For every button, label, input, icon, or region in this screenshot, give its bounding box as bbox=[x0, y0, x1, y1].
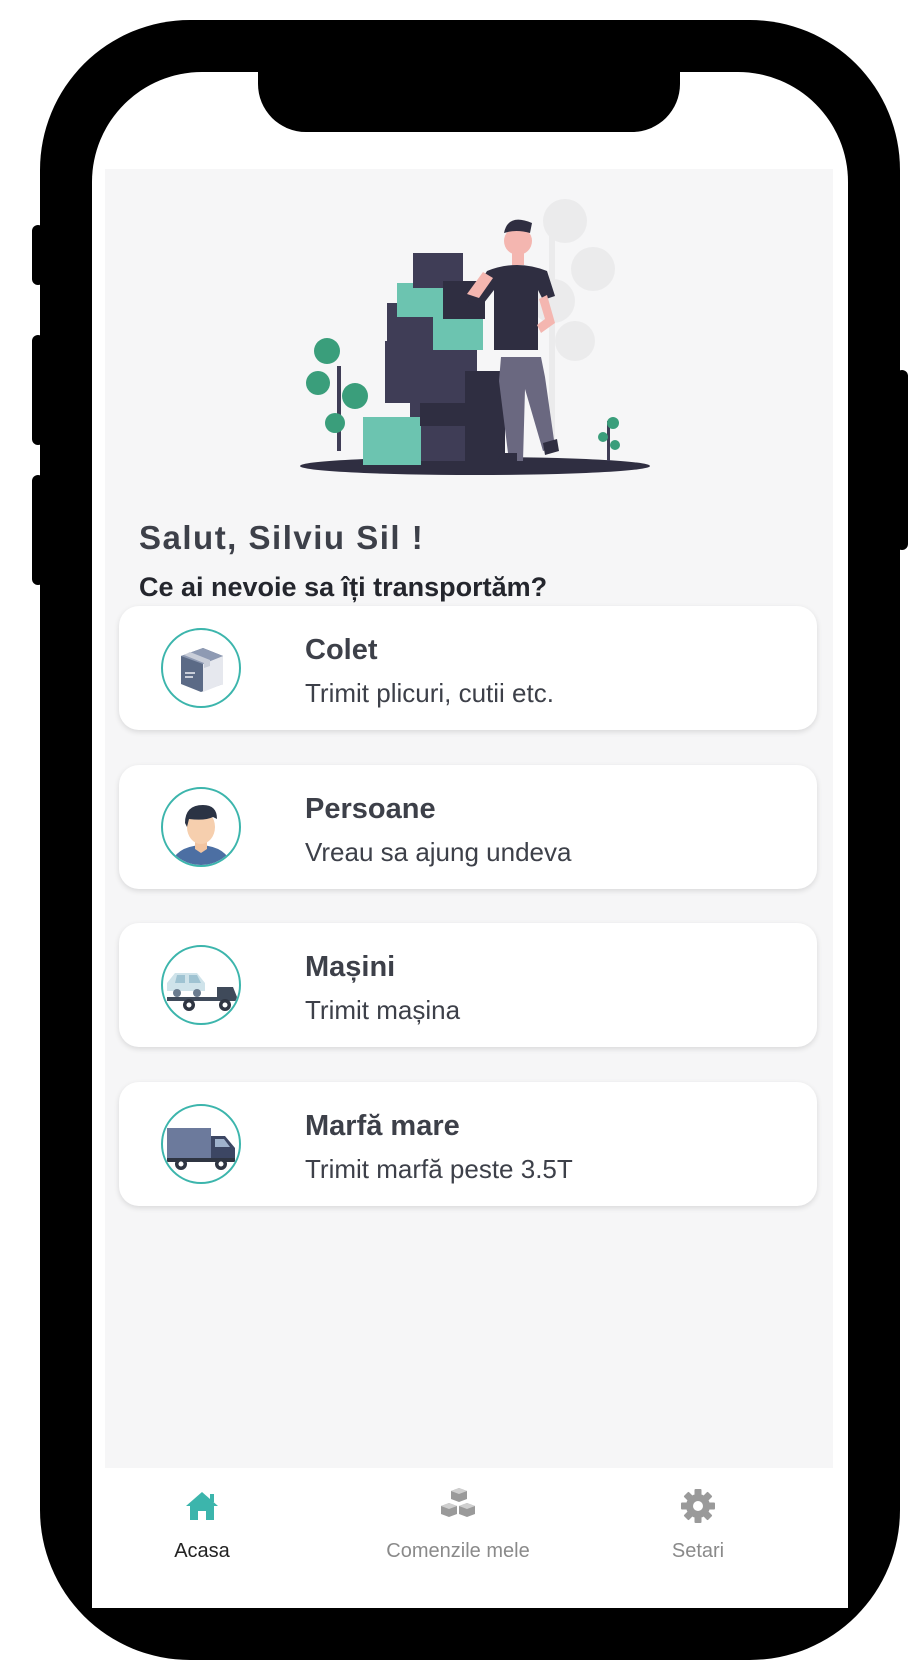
service-subtitle: Trimit mașina bbox=[305, 995, 461, 1025]
tab-label: Acasa bbox=[174, 1540, 230, 1562]
home-icon bbox=[186, 1492, 218, 1520]
service-title: Colet bbox=[305, 634, 378, 666]
parcel-box-icon bbox=[161, 628, 241, 708]
service-subtitle: Trimit marfă peste 3.5T bbox=[305, 1154, 573, 1184]
service-card-colet[interactable]: Colet Trimit plicuri, cutii etc. bbox=[119, 606, 817, 730]
phone-side-button bbox=[896, 370, 908, 550]
tab-label: Setari bbox=[671, 1540, 725, 1562]
service-card-masini[interactable]: Mașini Trimit mașina bbox=[119, 923, 817, 1047]
phone-notch bbox=[258, 72, 680, 132]
question-text: Ce ai nevoie sa îți transportăm? bbox=[139, 572, 548, 602]
gear-icon bbox=[681, 1489, 715, 1523]
car-tow-truck-icon bbox=[161, 945, 241, 1025]
service-subtitle: Vreau sa ajung undeva bbox=[305, 837, 572, 867]
home-screen: Salut, Silviu Sil ! Ce ai nevoie sa îți … bbox=[105, 169, 833, 1468]
boxes-icon bbox=[441, 1488, 475, 1517]
service-card-marfa-mare[interactable]: Marfă mare Trimit marfă peste 3.5T bbox=[119, 1082, 817, 1206]
tab-setari[interactable]: Setari bbox=[588, 1468, 808, 1568]
tab-acasa[interactable]: Acasa bbox=[92, 1468, 312, 1568]
bottom-tab-bar: Acasa Comenzile mele Setari bbox=[92, 1468, 848, 1608]
truck-icon bbox=[161, 1104, 241, 1184]
tab-label: Comenzile mele bbox=[386, 1540, 530, 1562]
service-card-persoane[interactable]: Persoane Vreau sa ajung undeva bbox=[119, 765, 817, 889]
phone-side-button bbox=[32, 225, 44, 285]
delivery-illustration bbox=[300, 199, 650, 475]
service-subtitle: Trimit plicuri, cutii etc. bbox=[305, 678, 554, 708]
tab-comenzile-mele[interactable]: Comenzile mele bbox=[348, 1468, 568, 1568]
phone-side-button bbox=[32, 475, 44, 585]
service-title: Marfă mare bbox=[305, 1110, 460, 1142]
service-title: Mașini bbox=[305, 951, 396, 983]
person-avatar-icon bbox=[161, 787, 241, 867]
service-title: Persoane bbox=[305, 793, 436, 825]
phone-side-button bbox=[32, 335, 44, 445]
greeting-text: Salut, Silviu Sil ! bbox=[139, 519, 425, 556]
